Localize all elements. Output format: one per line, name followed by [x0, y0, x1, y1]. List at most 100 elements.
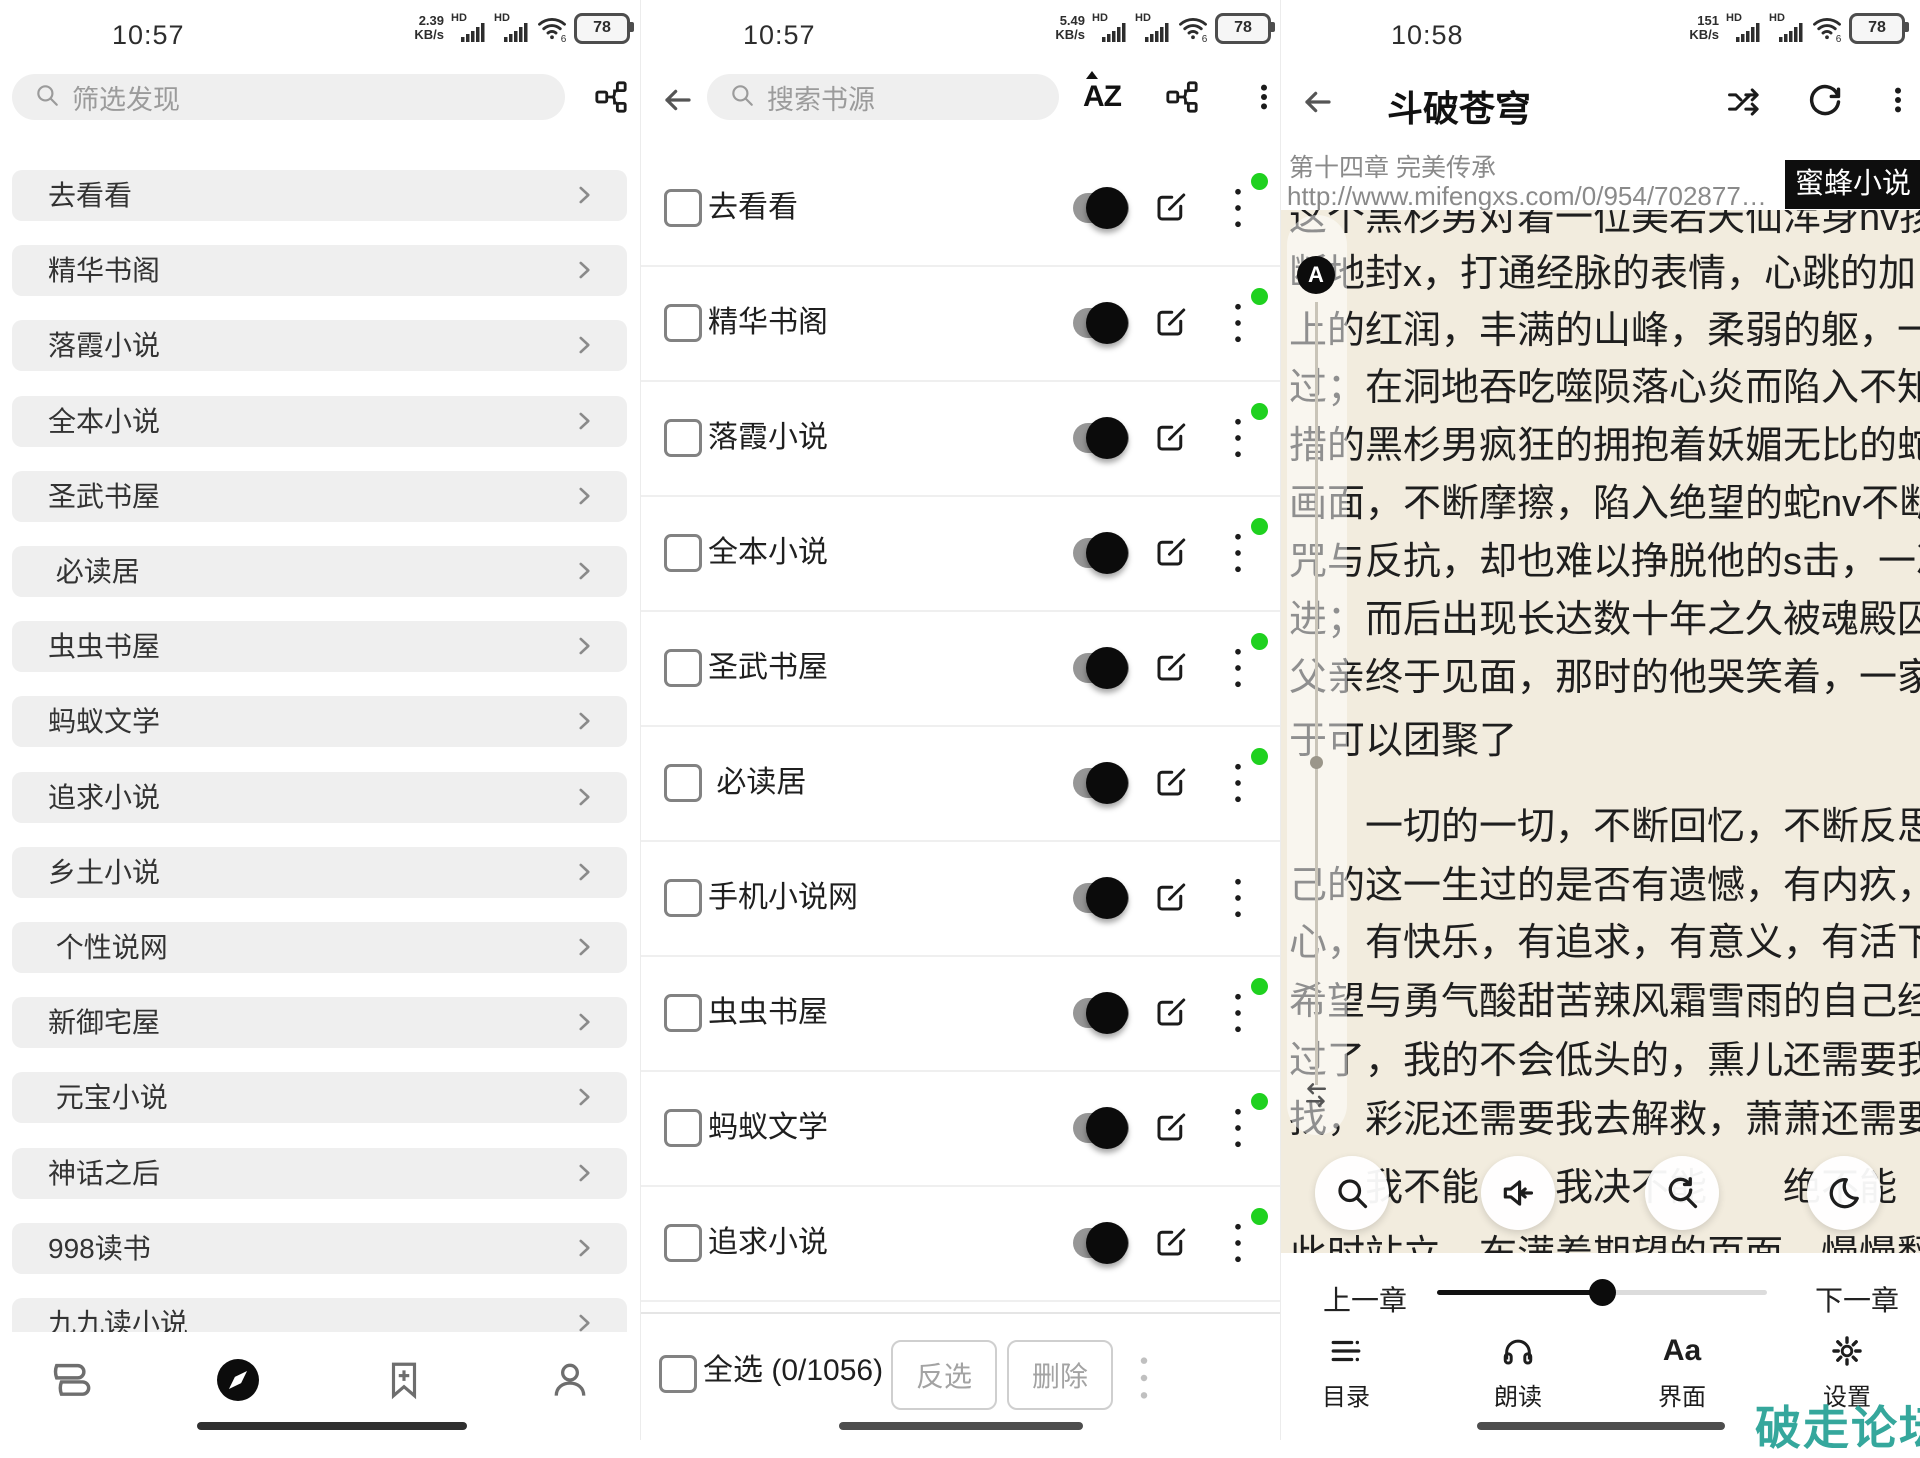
row-checkbox[interactable] — [664, 764, 702, 802]
slider-knob[interactable] — [1589, 1279, 1616, 1306]
edit-icon[interactable] — [1153, 419, 1189, 460]
more-menu-button[interactable] — [1249, 81, 1279, 118]
row-checkbox[interactable] — [664, 649, 702, 687]
prev-chapter-button[interactable]: 上一章 — [1323, 1279, 1407, 1319]
enable-toggle[interactable] — [1073, 538, 1129, 568]
edge-slider-panel[interactable]: A — [1287, 215, 1347, 1135]
book-source-row[interactable]: 追求小说 — [641, 1185, 1281, 1302]
book-source-row[interactable]: 蚂蚁文学 — [641, 1070, 1281, 1187]
row-more-icon[interactable] — [1225, 416, 1251, 465]
invert-selection-button[interactable]: 反选 — [891, 1340, 997, 1410]
enable-toggle[interactable] — [1073, 768, 1129, 798]
row-more-icon[interactable] — [1225, 646, 1251, 695]
edge-slider-knob[interactable] — [1310, 756, 1323, 769]
discovery-source-item[interactable]: 新御宅屋 — [12, 997, 627, 1048]
refresh-button[interactable] — [1807, 84, 1843, 125]
back-button[interactable] — [1301, 86, 1333, 123]
gesture-bar[interactable] — [839, 1422, 1083, 1430]
discovery-source-item[interactable]: 去看看 — [12, 170, 627, 221]
change-source-button[interactable] — [1725, 85, 1761, 124]
book-source-row[interactable]: 精华书阁 — [641, 265, 1281, 382]
toolbar-listen[interactable]: 朗读 — [1473, 1331, 1563, 1412]
enable-toggle[interactable] — [1073, 308, 1129, 338]
row-checkbox[interactable] — [664, 304, 702, 342]
book-source-row[interactable]: 手机小说网 — [641, 840, 1281, 957]
enable-toggle[interactable] — [1073, 998, 1129, 1028]
row-more-icon[interactable] — [1225, 301, 1251, 350]
edit-icon[interactable] — [1153, 1224, 1189, 1265]
gesture-bar[interactable] — [1477, 1422, 1725, 1430]
book-source-row[interactable]: 落霞小说 — [641, 380, 1281, 497]
edit-icon[interactable] — [1153, 534, 1189, 575]
enable-toggle[interactable] — [1073, 883, 1129, 913]
row-more-icon[interactable] — [1225, 876, 1251, 925]
edit-icon[interactable] — [1153, 764, 1189, 805]
source-url[interactable]: http://www.mifengxs.com/0/954/702877… — [1287, 181, 1767, 212]
edit-icon[interactable] — [1153, 994, 1189, 1035]
row-more-icon[interactable] — [1225, 1106, 1251, 1155]
book-source-row[interactable]: 必读居 — [641, 725, 1281, 842]
discovery-source-item[interactable]: 元宝小说 — [12, 1072, 627, 1123]
toolbar-interface[interactable]: Aa 界面 — [1637, 1331, 1727, 1412]
refresh-search-fab[interactable] — [1645, 1156, 1719, 1230]
edit-icon[interactable] — [1153, 189, 1189, 230]
discovery-source-item[interactable]: 虫虫书屋 — [12, 621, 627, 672]
row-checkbox[interactable] — [664, 189, 702, 227]
search-fab[interactable] — [1315, 1156, 1389, 1230]
row-more-icon[interactable] — [1225, 186, 1251, 235]
discovery-source-item[interactable]: 必读居 — [12, 546, 627, 597]
row-checkbox[interactable] — [664, 1224, 702, 1262]
enable-toggle[interactable] — [1073, 423, 1129, 453]
row-checkbox[interactable] — [664, 534, 702, 572]
enable-toggle[interactable] — [1073, 193, 1129, 223]
nav-bookshelf-tab[interactable] — [40, 1350, 104, 1414]
chapter-slider[interactable] — [1437, 1290, 1767, 1295]
row-checkbox[interactable] — [664, 419, 702, 457]
more-menu-button[interactable] — [1883, 84, 1913, 121]
edit-icon[interactable] — [1153, 649, 1189, 690]
next-chapter-button[interactable]: 下一章 — [1815, 1279, 1899, 1319]
row-checkbox[interactable] — [664, 994, 702, 1032]
discovery-source-item[interactable]: 个性说网 — [12, 922, 627, 973]
row-more-icon[interactable] — [1225, 531, 1251, 580]
discovery-source-item[interactable]: 圣武书屋 — [12, 471, 627, 522]
discovery-source-item[interactable]: 乡土小说 — [12, 847, 627, 898]
edit-icon[interactable] — [1153, 1109, 1189, 1150]
gesture-bar[interactable] — [197, 1422, 467, 1430]
discovery-source-item[interactable]: 全本小说 — [12, 396, 627, 447]
nav-bookmark-tab[interactable] — [372, 1350, 436, 1414]
discovery-source-item[interactable]: 追求小说 — [12, 772, 627, 823]
delete-button[interactable]: 删除 — [1007, 1340, 1113, 1410]
group-manage-button[interactable] — [1165, 80, 1199, 119]
discovery-source-item[interactable]: 九九读小说 — [12, 1298, 627, 1332]
book-source-row[interactable]: 去看看 — [641, 150, 1281, 267]
enable-toggle[interactable] — [1073, 653, 1129, 683]
edge-slider-track[interactable] — [1315, 302, 1318, 1085]
discovery-source-item[interactable]: 998读书 — [12, 1223, 627, 1274]
edit-icon[interactable] — [1153, 879, 1189, 920]
nav-discovery-tab[interactable] — [206, 1350, 270, 1414]
row-checkbox[interactable] — [664, 879, 702, 917]
book-source-row[interactable]: 虫虫书屋 — [641, 955, 1281, 1072]
row-more-icon[interactable] — [1225, 991, 1251, 1040]
night-mode-fab[interactable] — [1807, 1156, 1881, 1230]
book-source-row[interactable]: 全本小说 — [641, 495, 1281, 612]
nav-profile-tab[interactable] — [538, 1350, 602, 1414]
select-all-checkbox[interactable] — [659, 1355, 697, 1393]
source-search-input[interactable]: 搜索书源 — [707, 74, 1059, 120]
enable-toggle[interactable] — [1073, 1113, 1129, 1143]
row-more-icon[interactable] — [1225, 1221, 1251, 1270]
row-more-icon[interactable] — [1225, 761, 1251, 810]
footer-more-icon[interactable] — [1131, 1354, 1157, 1407]
reading-page[interactable]: 此时站立，布满着期望的页面，慢慢翻阅 我不能 我决不能 绝不能找，彩泥还需要我去… — [1281, 210, 1920, 1253]
edit-icon[interactable] — [1153, 304, 1189, 345]
listen-fab[interactable] — [1481, 1156, 1555, 1230]
discovery-source-item[interactable]: 蚂蚁文学 — [12, 696, 627, 747]
enable-toggle[interactable] — [1073, 1228, 1129, 1258]
back-button[interactable] — [661, 84, 693, 121]
discovery-source-item[interactable]: 精华书阁 — [12, 245, 627, 296]
toolbar-toc[interactable]: 目录 — [1301, 1331, 1391, 1412]
discovery-source-item[interactable]: 落霞小说 — [12, 320, 627, 371]
discovery-source-item[interactable]: 神话之后 — [12, 1148, 627, 1199]
book-source-row[interactable]: 圣武书屋 — [641, 610, 1281, 727]
